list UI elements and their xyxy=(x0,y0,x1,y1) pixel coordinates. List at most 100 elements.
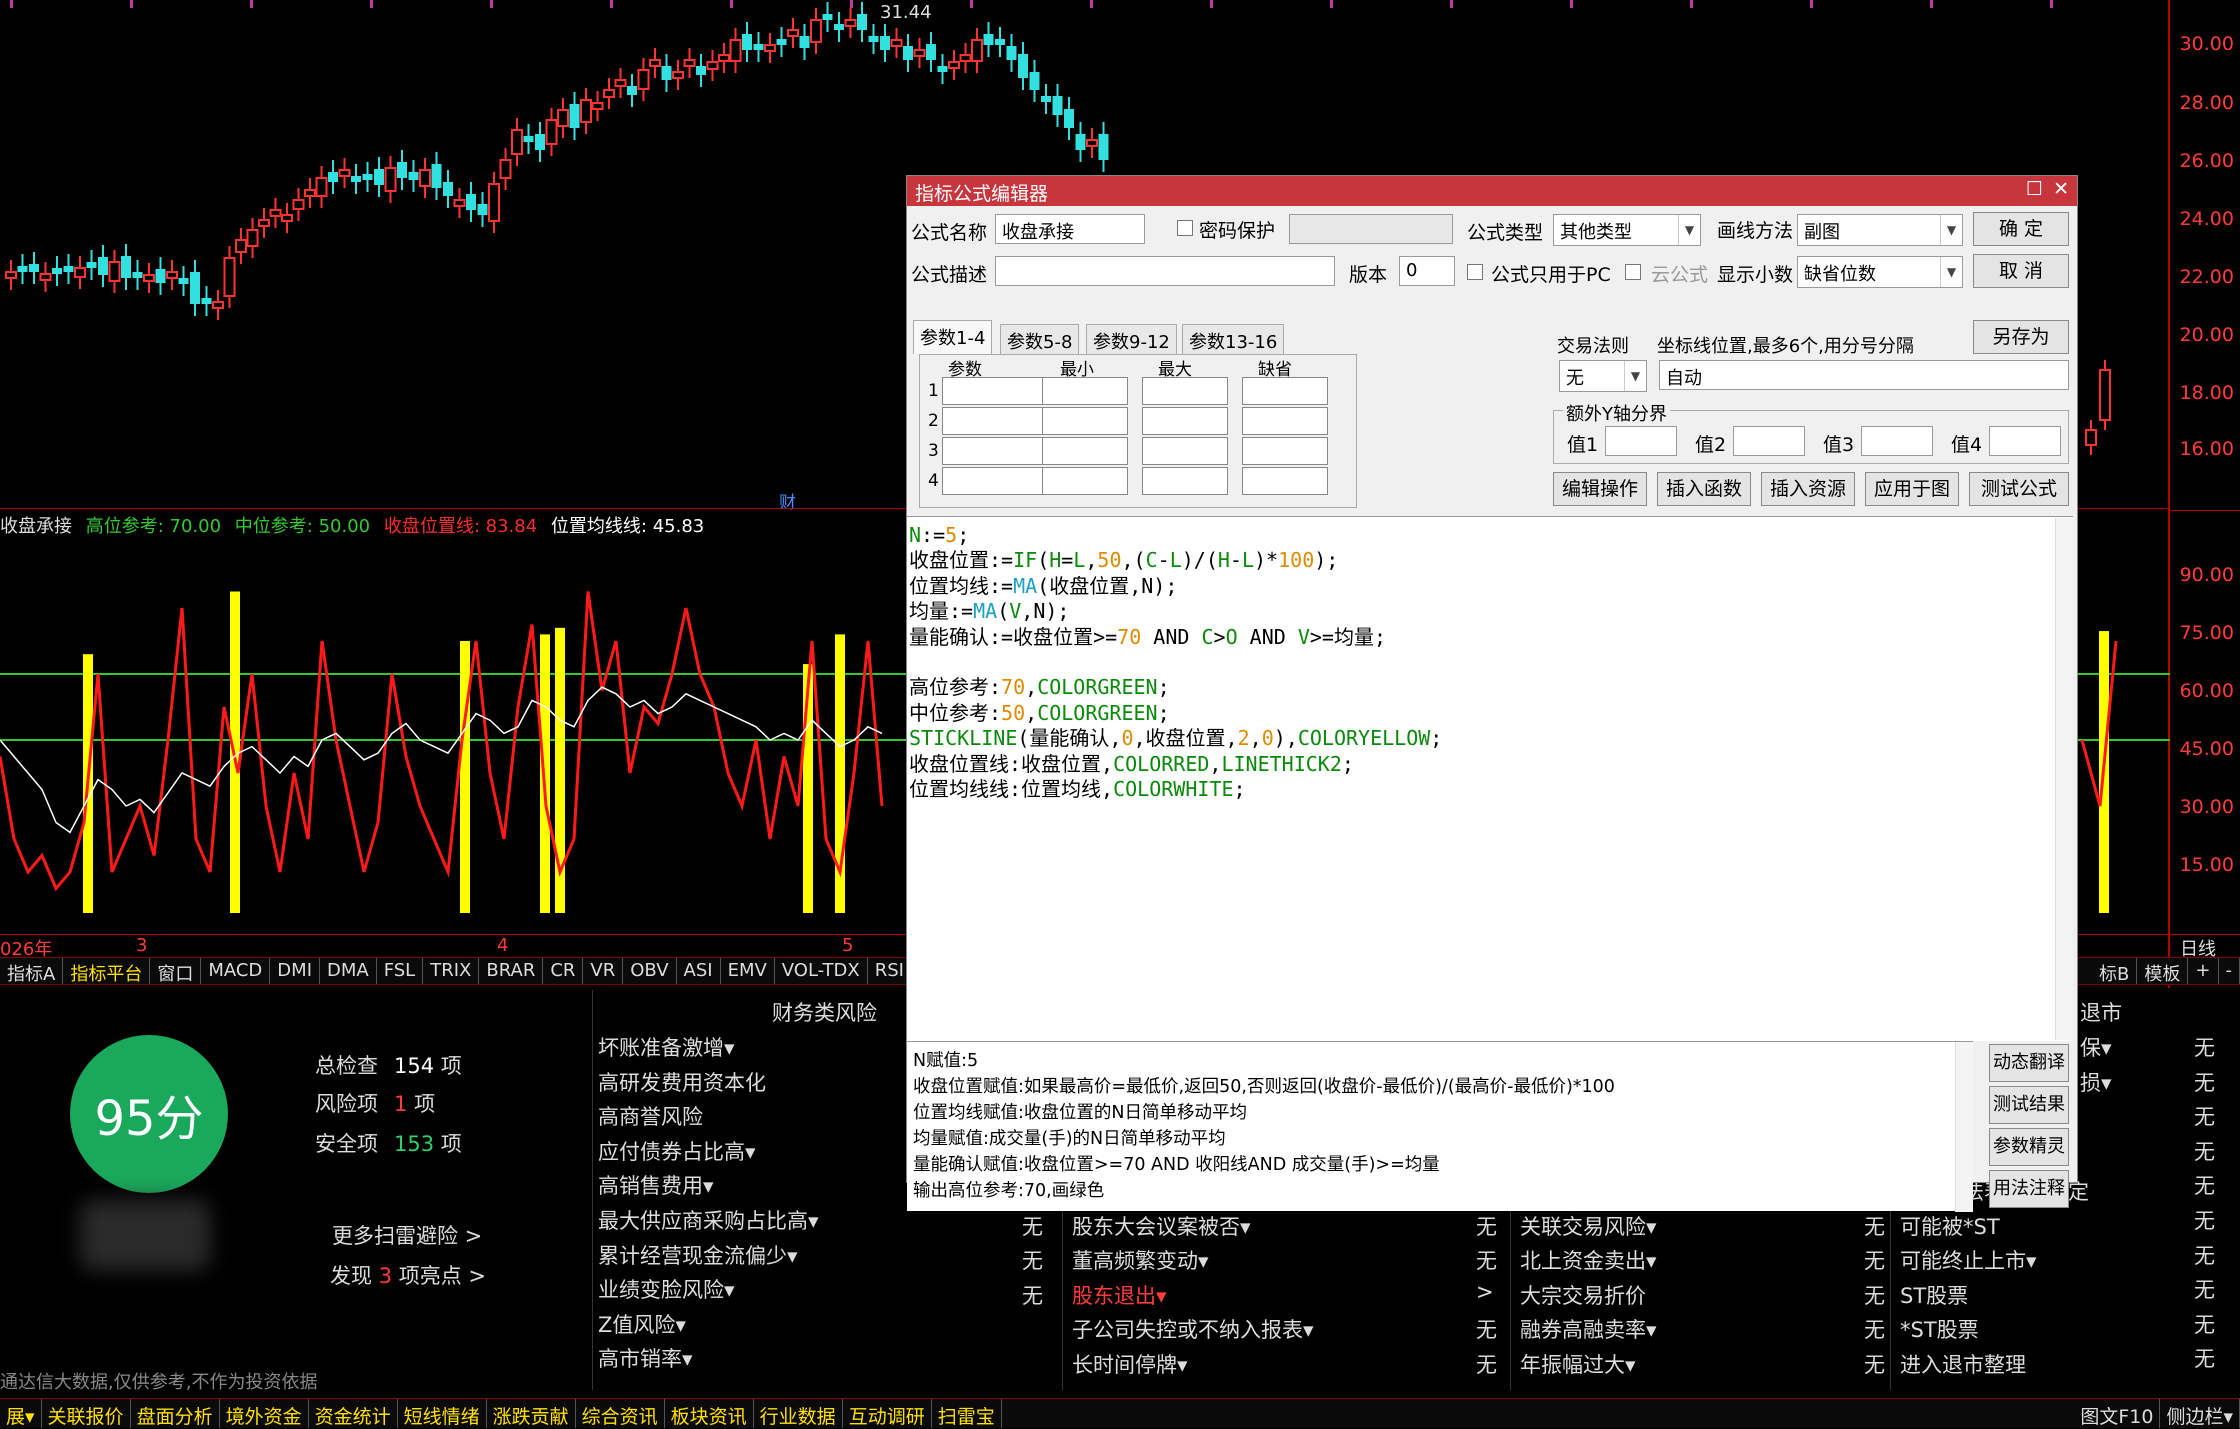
tab-params-5-8[interactable]: 参数5-8 xyxy=(1000,324,1079,354)
param-cell[interactable] xyxy=(942,437,1046,465)
test-result-button[interactable]: 测试结果 xyxy=(1989,1086,2069,1124)
risk-item[interactable]: 股东大会议案被否▾ xyxy=(1072,1211,1251,1241)
tab-dma[interactable]: DMA xyxy=(320,958,377,984)
formula-code-editor[interactable]: N:=5; 收盘位置:=IF(H=L,50,(C-L)/(H-L)*100); … xyxy=(907,516,2073,1041)
decimals-select[interactable]: 缺省位数▼ xyxy=(1797,256,1963,288)
more-scan-link[interactable]: 更多扫雷避险 > xyxy=(332,1220,482,1250)
param-cell[interactable] xyxy=(1142,407,1228,435)
risk-item[interactable]: Z值风险▾ xyxy=(598,1309,686,1339)
risk-item[interactable]: 高市销率▾ xyxy=(598,1343,693,1373)
sidebar-toggle[interactable]: 侧边栏▾ xyxy=(2160,1399,2240,1428)
editor-scrollbar[interactable] xyxy=(2055,518,2073,1040)
risk-item[interactable]: 高商誉风险 xyxy=(598,1101,703,1131)
tab-params-9-12[interactable]: 参数9-12 xyxy=(1086,324,1177,354)
value4-input[interactable] xyxy=(1989,426,2061,456)
param-cell[interactable] xyxy=(1242,377,1328,405)
risk-item[interactable]: 长时间停牌▾ xyxy=(1072,1349,1188,1379)
param-cell[interactable] xyxy=(1142,437,1228,465)
param-cell[interactable] xyxy=(1242,407,1328,435)
tab-vol-tdx[interactable]: VOL-TDX xyxy=(775,958,868,984)
value3-input[interactable] xyxy=(1861,426,1933,456)
risk-item[interactable]: 可能被*ST xyxy=(1900,1211,2000,1241)
formula-desc-input[interactable] xyxy=(995,256,1335,286)
notes-scrollbar[interactable] xyxy=(1955,1042,1973,1212)
highlights-link[interactable]: 发现 3 项亮点 > xyxy=(330,1260,486,1290)
risk-item[interactable]: 业绩变脸风险▾ xyxy=(598,1274,735,1304)
risk-item[interactable]: ST股票 xyxy=(1900,1280,1968,1310)
tab-fund-stats[interactable]: 资金统计 xyxy=(309,1399,398,1428)
ok-button[interactable]: 确 定 xyxy=(1973,212,2069,246)
dialog-titlebar[interactable]: 指标公式编辑器 ☐ ✕ xyxy=(907,176,2077,206)
finance-marker[interactable]: 财 xyxy=(779,488,796,513)
add-tab-button[interactable]: + xyxy=(2188,958,2218,984)
tab-foreign-funds[interactable]: 境外资金 xyxy=(220,1399,309,1428)
param-cell[interactable] xyxy=(1242,467,1328,495)
tab-window[interactable]: 窗口 xyxy=(150,958,201,984)
risk-item[interactable]: 可能终止上市▾ xyxy=(1900,1245,2037,1275)
param-cell[interactable] xyxy=(1242,437,1328,465)
tab-related-quotes[interactable]: 关联报价 xyxy=(42,1399,131,1428)
tab-indicator-b[interactable]: 标B xyxy=(2092,958,2137,984)
tab-asi[interactable]: ASI xyxy=(677,958,721,984)
close-icon[interactable]: ✕ xyxy=(2053,178,2069,200)
password-input[interactable] xyxy=(1289,214,1453,244)
param-cell[interactable] xyxy=(1142,467,1228,495)
risk-item[interactable]: 融券高融卖率▾ xyxy=(1520,1314,1657,1344)
tab-short-sentiment[interactable]: 短线情绪 xyxy=(398,1399,487,1428)
remove-tab-button[interactable]: - xyxy=(2219,958,2240,984)
password-checkbox[interactable] xyxy=(1177,220,1193,236)
tab-brar[interactable]: BRAR xyxy=(479,958,543,984)
param-cell[interactable] xyxy=(1042,467,1128,495)
usage-notes-button[interactable]: 用法注释 xyxy=(1989,1170,2069,1208)
tab-template[interactable]: 模板 xyxy=(2137,958,2188,984)
risk-item[interactable]: 董高频繁变动▾ xyxy=(1072,1245,1209,1275)
risk-item[interactable]: 保▾ xyxy=(2080,1032,2112,1062)
param-wizard-button[interactable]: 参数精灵 xyxy=(1989,1128,2069,1166)
risk-item[interactable]: 高研发费用资本化 xyxy=(598,1067,766,1097)
risk-item[interactable]: *ST股票 xyxy=(1900,1314,1979,1344)
tab-cr[interactable]: CR xyxy=(543,958,583,984)
version-input[interactable]: 0 xyxy=(1399,256,1455,286)
risk-item[interactable]: 年振幅过大▾ xyxy=(1520,1349,1636,1379)
tab-fsl[interactable]: FSL xyxy=(377,958,424,984)
apply-to-chart-button[interactable]: 应用于图 xyxy=(1865,472,1959,506)
risk-item[interactable]: 进入退市整理 xyxy=(1900,1349,2026,1379)
tab-obv[interactable]: OBV xyxy=(623,958,676,984)
risk-item[interactable]: 损▾ xyxy=(2080,1067,2112,1097)
formula-name-input[interactable]: 收盘承接 xyxy=(995,214,1145,244)
tab-f10[interactable]: 图文F10 xyxy=(2074,1399,2160,1428)
test-formula-button[interactable]: 测试公式 xyxy=(1969,472,2069,506)
tab-params-1-4[interactable]: 参数1-4 xyxy=(913,320,992,354)
tab-macd[interactable]: MACD xyxy=(201,958,270,984)
param-cell[interactable] xyxy=(942,467,1046,495)
draw-method-select[interactable]: 副图▼ xyxy=(1797,214,1963,246)
edit-ops-button[interactable]: 编辑操作 xyxy=(1553,472,1647,506)
risk-item[interactable]: 北上资金卖出▾ xyxy=(1520,1245,1657,1275)
tab-vr[interactable]: VR xyxy=(583,958,623,984)
param-cell[interactable] xyxy=(1042,377,1128,405)
risk-item[interactable]: 大宗交易折价 xyxy=(1520,1280,1646,1310)
param-cell[interactable] xyxy=(1042,437,1128,465)
coord-input[interactable]: 自动 xyxy=(1659,360,2069,390)
maximize-icon[interactable]: ☐ xyxy=(2026,178,2043,200)
tab-emv[interactable]: EMV xyxy=(721,958,775,984)
tab-interaction[interactable]: 互动调研 xyxy=(843,1399,932,1428)
tab-dmi[interactable]: DMI xyxy=(270,958,320,984)
tab-market-analysis[interactable]: 盘面分析 xyxy=(131,1399,220,1428)
indicator-name[interactable]: 收盘承接 xyxy=(0,516,72,537)
risk-item[interactable]: 子公司失控或不纳入报表▾ xyxy=(1072,1314,1314,1344)
risk-item[interactable]: 最大供应商采购占比高▾ xyxy=(598,1205,819,1235)
formula-type-select[interactable]: 其他类型▼ xyxy=(1553,214,1701,246)
risk-item[interactable]: 股东退出▾ xyxy=(1072,1280,1167,1310)
tab-indicator-a[interactable]: 指标A xyxy=(0,958,63,984)
risk-item[interactable]: 坏账准备激增▾ xyxy=(598,1032,735,1062)
dynamic-translate-button[interactable]: 动态翻译 xyxy=(1989,1044,2069,1082)
tab-expand[interactable]: 展▾ xyxy=(0,1399,42,1428)
tab-trix[interactable]: TRIX xyxy=(423,958,479,984)
pc-only-checkbox[interactable] xyxy=(1467,264,1483,280)
tab-industry-data[interactable]: 行业数据 xyxy=(754,1399,843,1428)
tab-contribution[interactable]: 涨跌贡献 xyxy=(487,1399,576,1428)
risk-item[interactable]: 累计经营现金流偏少▾ xyxy=(598,1240,798,1270)
param-cell[interactable] xyxy=(942,377,1046,405)
save-as-button[interactable]: 另存为 xyxy=(1973,320,2069,354)
